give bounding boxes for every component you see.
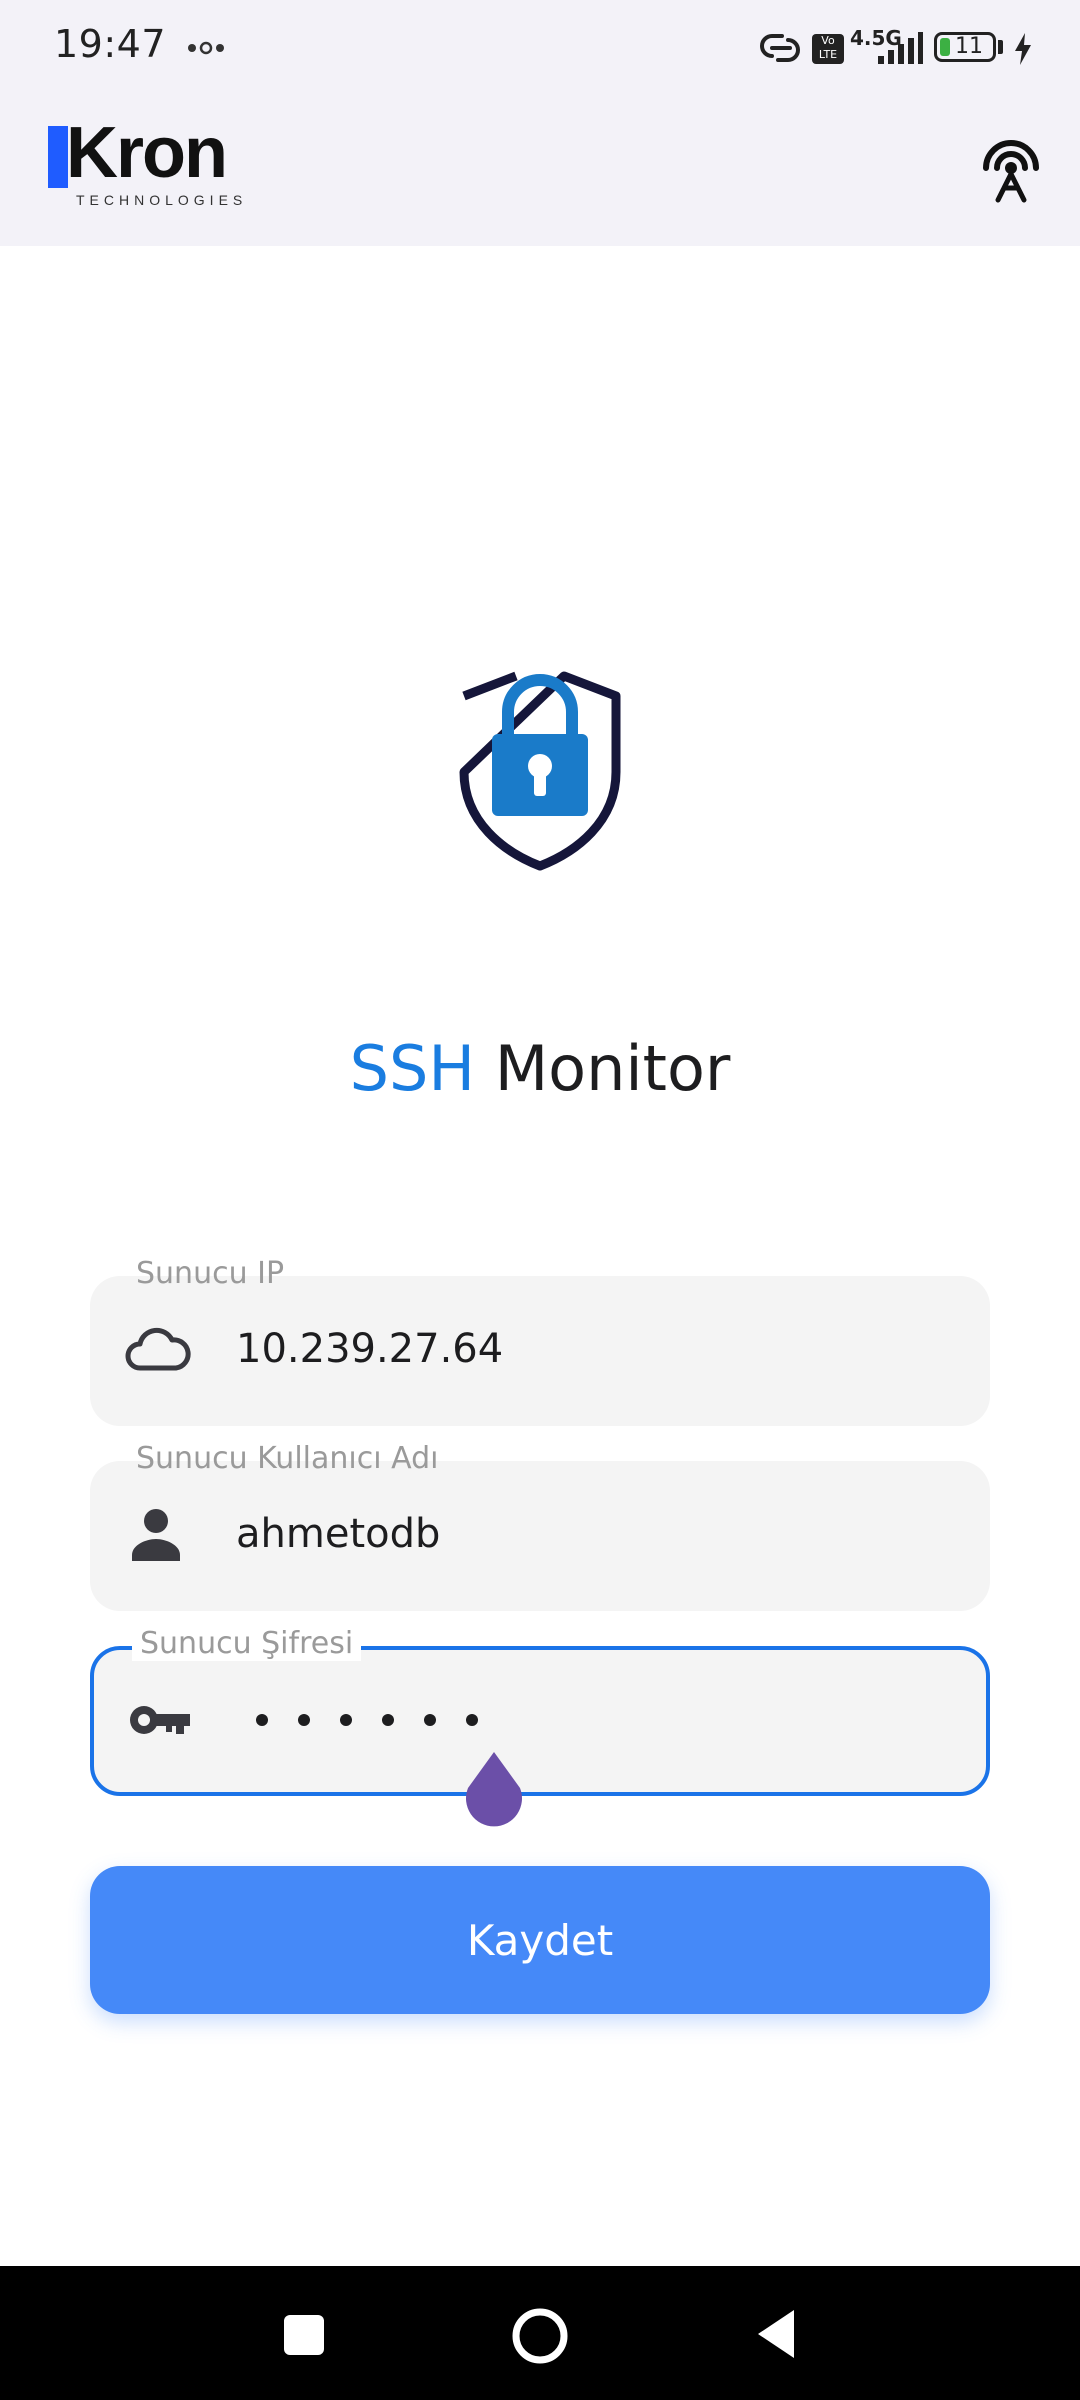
server-password-field[interactable]: Sunucu Şifresi <box>90 1626 990 1796</box>
title-rest: Monitor <box>494 1032 731 1105</box>
server-password-label: Sunucu Şifresi <box>132 1626 362 1661</box>
cursor-handle-icon[interactable] <box>462 1748 526 1828</box>
navigation-bar <box>0 2266 1080 2400</box>
link-icon <box>760 34 800 62</box>
recent-apps-button[interactable] <box>284 2315 324 2355</box>
server-username-value: ahmetodb <box>236 1511 441 1557</box>
password-mask <box>256 1714 478 1726</box>
battery-level: 11 <box>955 34 983 59</box>
server-ip-label: Sunucu IP <box>136 1256 285 1291</box>
notification-dots-icon <box>188 41 224 55</box>
server-ip-field[interactable]: Sunucu IP 10.239.27.64 <box>90 1256 990 1426</box>
home-button[interactable] <box>510 2306 570 2366</box>
page-title: SSH Monitor <box>0 1032 1080 1105</box>
volte-badge: Vo LTE <box>812 34 844 64</box>
antenna-icon[interactable] <box>974 134 1048 208</box>
kron-logo: Kron TECHNOLOGIES <box>48 113 242 216</box>
status-bar: 19:47 Vo LTE 4.5G 11 <box>0 0 1080 96</box>
server-ip-value: 10.239.27.64 <box>236 1326 504 1372</box>
volte-text: Vo LTE <box>818 34 838 61</box>
server-username-field[interactable]: Sunucu Kullanıcı Adı ahmetodb <box>90 1441 990 1611</box>
status-time: 19:47 <box>54 22 167 66</box>
cloud-icon <box>125 1327 191 1371</box>
title-accent: SSH <box>349 1032 475 1105</box>
signal-icon <box>878 32 923 64</box>
logo-text: Kron <box>66 113 228 193</box>
shield-lock-icon <box>459 671 621 871</box>
app-bar: Kron TECHNOLOGIES <box>0 96 1080 246</box>
back-button[interactable] <box>754 2306 798 2362</box>
key-icon <box>130 1706 190 1734</box>
server-username-label: Sunucu Kullanıcı Adı <box>136 1441 439 1476</box>
person-icon <box>132 1509 180 1561</box>
logo-subtext: TECHNOLOGIES <box>76 192 248 208</box>
save-button[interactable]: Kaydet <box>90 1866 990 2014</box>
charging-icon <box>1015 33 1031 65</box>
battery-icon: 11 <box>934 32 996 62</box>
battery-cap <box>998 40 1003 54</box>
